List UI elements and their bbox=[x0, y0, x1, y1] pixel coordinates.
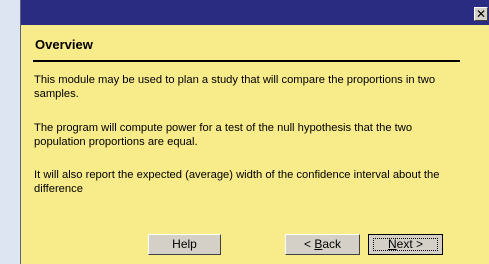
back-button-label-rest: ack bbox=[322, 237, 342, 251]
next-button-mnemonic: N bbox=[387, 237, 397, 251]
description-paragraph-3: It will also report the expected (averag… bbox=[34, 169, 440, 195]
overview-dialog: ✕ Overview This module may be used to pl… bbox=[20, 0, 489, 264]
heading-divider bbox=[33, 60, 460, 62]
back-button[interactable]: < Back bbox=[285, 234, 360, 255]
section-heading: Overview bbox=[35, 37, 93, 52]
help-button-label: Help bbox=[172, 237, 197, 251]
help-button[interactable]: Help bbox=[148, 234, 221, 255]
next-button[interactable]: Next > bbox=[368, 234, 443, 255]
next-button-label-rest: ext > bbox=[396, 237, 424, 251]
description-paragraph-2: The program will compute power for a tes… bbox=[34, 122, 413, 148]
description-paragraph-1: This module may be used to plan a study … bbox=[34, 74, 436, 100]
back-button-prefix: < bbox=[303, 237, 315, 251]
title-bar: ✕ bbox=[21, 0, 489, 25]
close-button[interactable]: ✕ bbox=[474, 7, 488, 21]
close-icon: ✕ bbox=[475, 7, 487, 21]
